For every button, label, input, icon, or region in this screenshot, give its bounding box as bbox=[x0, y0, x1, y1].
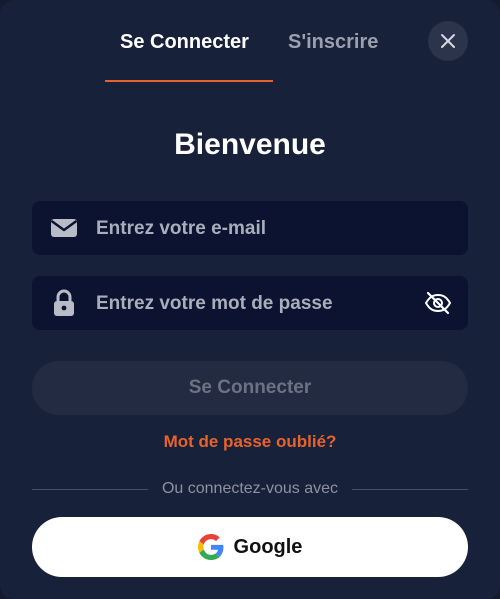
email-input[interactable] bbox=[94, 201, 438, 257]
password-input[interactable] bbox=[94, 276, 438, 332]
auth-tabs: Se Connecter S'inscrire bbox=[0, 28, 500, 84]
envelope-icon bbox=[50, 201, 78, 255]
google-login-button[interactable]: Google bbox=[32, 517, 468, 577]
tab-signup[interactable]: S'inscrire bbox=[288, 28, 378, 56]
login-modal: Se Connecter S'inscrire Bienvenue Entrez… bbox=[0, 0, 500, 599]
page-title: Bienvenue bbox=[174, 128, 326, 161]
tab-login[interactable]: Se Connecter bbox=[120, 28, 249, 56]
password-field-container bbox=[32, 276, 468, 332]
password-visibility-toggle[interactable] bbox=[422, 276, 454, 330]
eye-slash-icon bbox=[424, 291, 452, 315]
divider-line-right bbox=[352, 488, 468, 490]
google-icon bbox=[197, 534, 223, 560]
lock-icon bbox=[52, 276, 76, 330]
close-button[interactable] bbox=[428, 21, 468, 61]
active-tab-indicator bbox=[105, 80, 273, 82]
email-field-container bbox=[32, 201, 468, 257]
forgot-password-link[interactable]: Mot de passe oublié? bbox=[0, 432, 500, 452]
login-submit-button[interactable]: Se Connecter bbox=[32, 361, 468, 415]
divider-line-left bbox=[32, 488, 148, 490]
social-divider: Ou connectez-vous avec bbox=[32, 478, 468, 500]
divider-label: Ou connectez-vous avec bbox=[161, 480, 339, 497]
google-button-label: Google bbox=[233, 535, 303, 558]
close-icon bbox=[441, 34, 455, 48]
